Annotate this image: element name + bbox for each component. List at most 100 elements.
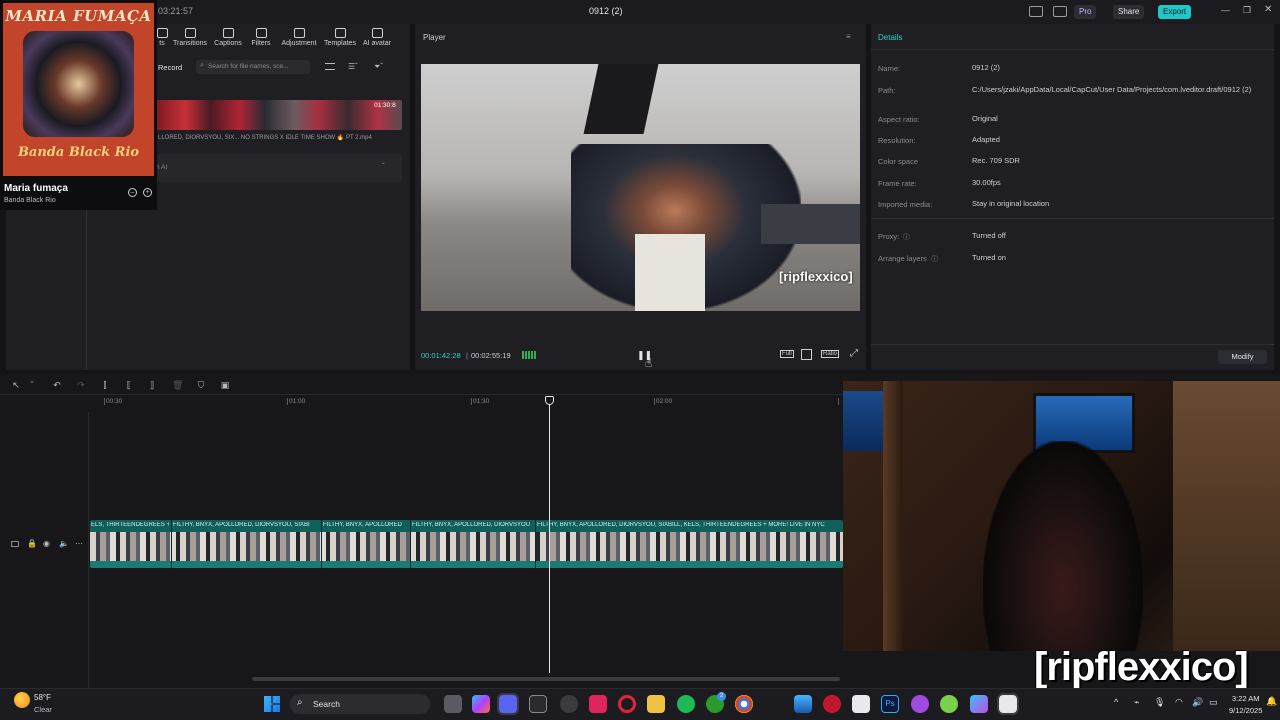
bell-icon[interactable]: 🔔 [1266, 696, 1277, 707]
wifi-icon[interactable]: ◠ [1175, 697, 1183, 708]
search-input[interactable]: ⌕ Search for file names, sce... [196, 60, 310, 74]
thumbnail-icon[interactable]: ▣ [220, 380, 230, 390]
session-time: 03:21:57 [158, 6, 194, 16]
app-icon[interactable] [529, 695, 547, 713]
track-cover-icon[interactable] [11, 541, 19, 547]
split-right-icon[interactable]: ⟧ [147, 380, 157, 390]
app-icon[interactable] [823, 695, 841, 713]
door [1173, 381, 1280, 651]
select-tool-icon[interactable]: ↖ [11, 380, 21, 390]
close-icon[interactable]: ✕ [1264, 4, 1272, 15]
discord-icon[interactable] [497, 693, 519, 715]
split-left-icon[interactable]: ⟦ [124, 380, 134, 390]
search-icon: ⌕ [297, 697, 303, 708]
share-button[interactable]: Share [1113, 5, 1145, 19]
track-title: Maria fumaça [4, 183, 68, 194]
webcam-person [983, 441, 1143, 651]
title-bar: 03:21:57 0912 (2) Pro Share Export — ❐ ✕ [0, 0, 1280, 24]
video-preview[interactable]: [ripflexxico] [421, 64, 860, 311]
clip-label: FILTHY, BNYX, APOLLORED, DIORVSYOU, SIXB… [537, 522, 825, 528]
playhead[interactable] [549, 401, 550, 673]
clock-time[interactable]: 3:22 AM [1232, 694, 1260, 703]
details-panel: Details [871, 24, 1274, 370]
media-clip-thumbnail[interactable] [156, 100, 402, 130]
sort-icon[interactable]: ☰ˇ [348, 62, 358, 71]
proxy-info-icon[interactable]: ⓘ [903, 232, 910, 242]
detail-label-path: Path: [878, 86, 896, 95]
pro-badge[interactable]: Pro [1074, 5, 1097, 19]
album-art: MARIA FUMAÇA Banda Black Rio [3, 3, 154, 176]
ratio-button[interactable]: Ratio [821, 350, 840, 358]
playhead-handle[interactable] [545, 396, 554, 405]
menu-icon[interactable]: ≡ [846, 32, 851, 41]
split-icon[interactable]: ⫿ [100, 380, 110, 390]
undo-icon[interactable]: ↶ [52, 380, 62, 390]
detail-value-imported-media: Stay in original location [972, 199, 1050, 208]
plus-icon[interactable]: + [143, 188, 152, 197]
mic-icon[interactable]: 🎙 [1154, 697, 1165, 708]
full-button[interactable]: Full [780, 350, 794, 358]
marker-icon[interactable]: ⛉ [196, 380, 206, 390]
filter-icon[interactable]: ⏷ˇ [374, 62, 383, 72]
app-icon[interactable] [560, 695, 578, 713]
file-explorer-icon[interactable] [647, 695, 665, 713]
copilot-icon[interactable] [472, 695, 490, 713]
taskbar-search[interactable]: ⌕ Search [290, 694, 430, 714]
detail-value-resolution: Adapted [972, 135, 1000, 144]
audio-icon[interactable]: 🔈 [59, 539, 69, 548]
notification-badge: 2 [717, 692, 726, 701]
toolbar-item-adjustment[interactable]: Adjustment [277, 28, 321, 47]
zoom-fit-icon[interactable] [801, 349, 812, 360]
layout-icon[interactable] [1029, 6, 1043, 17]
record-button[interactable]: Record [158, 63, 182, 72]
photos-icon[interactable] [794, 695, 812, 713]
export-button[interactable]: Export [1158, 5, 1192, 19]
ai-row[interactable]: h AI ˇ [156, 154, 402, 182]
app-icon[interactable] [940, 695, 958, 713]
volume-icon[interactable]: 🔊 [1192, 697, 1203, 708]
clock-date[interactable]: 9/12/2025 [1229, 706, 1262, 715]
view-toggle-icon[interactable] [325, 63, 335, 70]
album-artist: Banda Black Rio [17, 145, 140, 160]
photoshop-icon[interactable]: Ps [881, 695, 899, 713]
panel-icon[interactable] [1053, 6, 1067, 17]
arrange-info-icon[interactable]: ⓘ [931, 254, 938, 264]
more-icon[interactable]: ⋯ [75, 539, 83, 548]
timeline-scrollbar[interactable] [252, 677, 840, 681]
minimize-icon[interactable]: — [1221, 5, 1230, 15]
network-icon[interactable]: ⌁ [1134, 697, 1139, 708]
maximize-icon[interactable]: ❐ [1243, 5, 1251, 16]
chevron-up-icon[interactable]: ^ [1114, 697, 1118, 707]
redo-icon[interactable]: ↷ [76, 380, 86, 390]
toolbar-item-ai-avatar[interactable]: AI avatar [355, 28, 399, 47]
minus-icon[interactable]: – [128, 188, 137, 197]
album-photo [23, 31, 134, 137]
tiktok-icon[interactable] [589, 695, 607, 713]
detail-label-aspect-ratio: Aspect ratio: [878, 115, 920, 124]
adjustment-icon [293, 28, 305, 38]
opera-icon[interactable] [618, 695, 636, 713]
eye-icon[interactable]: ◉ [43, 539, 50, 548]
chevron-down-icon[interactable]: ˇ [27, 380, 37, 390]
app-icon[interactable] [970, 695, 988, 713]
app-icon[interactable] [911, 695, 929, 713]
search-placeholder: Search for file names, sce... [208, 63, 289, 70]
capcut-icon[interactable] [852, 695, 870, 713]
modify-button[interactable]: Modify [1218, 350, 1267, 364]
capcut-icon[interactable] [997, 693, 1019, 715]
clip-label: FILTHY, BNYX, APOLLORED, DIORVSYOU [412, 522, 531, 528]
chrome-icon[interactable] [735, 695, 753, 713]
task-view-icon[interactable] [444, 695, 462, 713]
lock-icon[interactable]: 🔒 [27, 539, 37, 548]
chevron-down-icon[interactable]: ˇ [382, 162, 385, 171]
spotify-icon[interactable] [677, 695, 695, 713]
filters-icon [255, 28, 267, 38]
weather-icon[interactable] [14, 692, 30, 708]
speaker-object [583, 64, 659, 134]
fullscreen-icon[interactable]: ⤢ [850, 348, 858, 359]
tick-label: 02:00 [656, 398, 673, 405]
video-watermark: [ripflexxico] [779, 269, 853, 284]
delete-icon[interactable]: 🗑 [172, 380, 183, 390]
detail-label-arrange-layers: Arrange layers [878, 254, 927, 263]
battery-icon[interactable]: ▭ [1209, 697, 1218, 708]
